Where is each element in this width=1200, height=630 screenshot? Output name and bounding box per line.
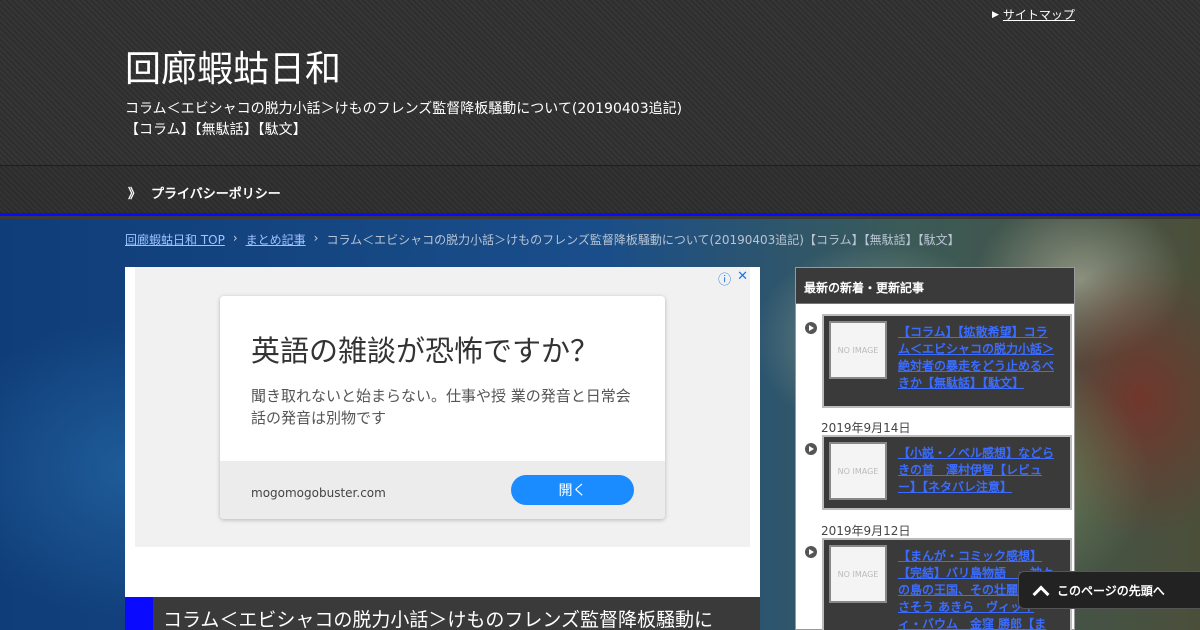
back-to-top-label: このページの先頭へ bbox=[1057, 583, 1165, 598]
post-card[interactable]: NO IMAGE 【コラム】【拡散希望】コラム＜エビシャコの脱力小話＞絶対者の暴… bbox=[822, 314, 1072, 408]
ad-card[interactable]: 英語の雑談が恐怖ですか？ 聞き取れないと始まらない。仕事や授 業の発音と日常会話… bbox=[220, 296, 665, 519]
ad-headline[interactable]: 英語の雑談が恐怖ですか？ bbox=[251, 328, 599, 370]
nav-item-label: プライバシーポリシー bbox=[151, 187, 281, 202]
play-bullet-icon bbox=[805, 546, 817, 558]
chevron-up-icon bbox=[1033, 585, 1049, 595]
sidebar-heading: 最新の新着・更新記事 bbox=[796, 268, 1074, 304]
triangle-right-icon: ▶ bbox=[992, 9, 999, 20]
ad-open-button[interactable]: 開く bbox=[511, 475, 634, 505]
post-thumbnail[interactable]: NO IMAGE bbox=[829, 545, 887, 603]
post-date: 2019年9月14日 bbox=[821, 421, 911, 435]
site-description-line2: 【コラム】【無駄話】【駄文】 bbox=[125, 122, 307, 138]
nav-item-privacy-policy[interactable]: 》 プライバシーポリシー bbox=[128, 183, 281, 202]
article-title: コラム＜エビシャコの脱力小話＞けものフレンズ監督降板騒動に bbox=[163, 609, 714, 630]
post-date: 2019年9月12日 bbox=[821, 524, 911, 538]
post-thumbnail[interactable]: NO IMAGE bbox=[829, 321, 887, 379]
breadcrumb-separator: › bbox=[313, 231, 319, 245]
ad-footer: mogomogobuster.com 開く bbox=[220, 461, 665, 519]
breadcrumb-separator: › bbox=[232, 231, 238, 245]
double-chevron-right-icon: 》 bbox=[128, 187, 142, 202]
site-description: コラム＜エビシャコの脱力小話＞けものフレンズ監督降板騒動について(2019040… bbox=[125, 99, 682, 141]
play-bullet-icon bbox=[805, 443, 817, 455]
article-title-bar: コラム＜エビシャコの脱力小話＞けものフレンズ監督降板騒動に bbox=[125, 597, 760, 630]
breadcrumb: 回廊蝦蛄日和 TOP › まとめ記事 › コラム＜エビシャコの脱力小話＞けものフ… bbox=[125, 231, 960, 248]
main-content: ⓘ ✕ 英語の雑談が恐怖ですか？ 聞き取れないと始まらない。仕事や授 業の発音と… bbox=[125, 267, 760, 630]
ad-body: 聞き取れないと始まらない。仕事や授 業の発音と日常会話の発音は別物です bbox=[251, 387, 631, 427]
post-title-link[interactable]: 【小説・ノベル感想】などらきの首 澤村伊智【レビュー】【ネタバレ注意】 bbox=[898, 445, 1058, 496]
post-title-link[interactable]: 【コラム】【拡散希望】コラム＜エビシャコの脱力小話＞絶対者の暴走をどう止めるべき… bbox=[898, 324, 1058, 392]
breadcrumb-home-link[interactable]: 回廊蝦蛄日和 TOP bbox=[125, 231, 225, 248]
play-bullet-icon bbox=[805, 322, 817, 334]
ad-frame: ⓘ ✕ 英語の雑談が恐怖ですか？ 聞き取れないと始まらない。仕事や授 業の発音と… bbox=[135, 267, 750, 547]
post-card[interactable]: NO IMAGE 【小説・ノベル感想】などらきの首 澤村伊智【レビュー】【ネタバ… bbox=[822, 435, 1072, 510]
breadcrumb-current: コラム＜エビシャコの脱力小話＞けものフレンズ監督降板騒動について(2019040… bbox=[326, 233, 960, 247]
post-thumbnail[interactable]: NO IMAGE bbox=[829, 442, 887, 500]
ad-domain: mogomogobuster.com bbox=[251, 486, 386, 500]
global-nav: 》 プライバシーポリシー bbox=[0, 166, 1200, 216]
site-header: ▶ サイトマップ 回廊蝦蛄日和 コラム＜エビシャコの脱力小話＞けものフレンズ監督… bbox=[0, 0, 1200, 166]
sitemap-link[interactable]: ▶ サイトマップ bbox=[992, 6, 1075, 23]
back-to-top-button[interactable]: このページの先頭へ bbox=[1018, 571, 1200, 609]
close-icon[interactable]: ✕ bbox=[737, 269, 748, 288]
breadcrumb-category-link[interactable]: まとめ記事 bbox=[246, 231, 306, 248]
sitemap-label[interactable]: サイトマップ bbox=[1003, 6, 1075, 23]
info-icon[interactable]: ⓘ bbox=[718, 269, 731, 288]
site-description-line1: コラム＜エビシャコの脱力小話＞けものフレンズ監督降板騒動について(2019040… bbox=[125, 101, 683, 117]
site-title[interactable]: 回廊蝦蛄日和 bbox=[125, 40, 341, 92]
ad-badges: ⓘ ✕ bbox=[718, 269, 748, 288]
